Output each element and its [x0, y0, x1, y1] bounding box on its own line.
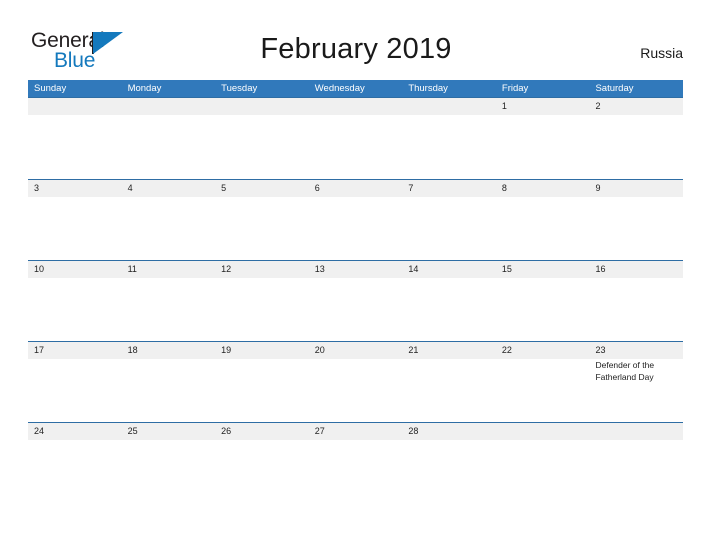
day-cell-3[interactable]: 3 — [28, 180, 122, 260]
day-cell-8[interactable]: 8 — [495, 180, 590, 260]
day-cell-12[interactable]: 12 — [215, 261, 309, 341]
day-cell-23[interactable]: 23 Defender of the Fatherland Day — [589, 342, 684, 422]
day-cell-18[interactable]: 18 — [121, 342, 216, 422]
day-cell-7[interactable]: 7 — [402, 180, 496, 260]
day-cell-10[interactable]: 10 — [28, 261, 122, 341]
week-cells: 3 4 5 6 7 8 9 — [28, 180, 684, 260]
calendar-page: General Blue February 2019 Russia Sunday… — [0, 0, 712, 550]
day-number: 24 — [34, 426, 45, 436]
weekday-thursday: Thursday — [408, 83, 448, 94]
day-number: 6 — [314, 183, 320, 193]
calendar-week-row: 17 18 19 20 21 22 23 Defender of the Fatherland… — [28, 341, 684, 422]
day-number: 1 — [501, 101, 507, 111]
day-number: 28 — [408, 426, 419, 436]
day-number: 8 — [501, 183, 507, 193]
page-title: February 2019 — [260, 33, 452, 65]
day-cell-19[interactable]: 19 — [215, 342, 309, 422]
day-cell-15[interactable]: 15 — [495, 261, 590, 341]
day-number-band — [308, 98, 403, 115]
day-cell-empty[interactable] — [28, 98, 122, 179]
day-cell-empty[interactable] — [495, 423, 590, 503]
calendar-week-row: 24 25 26 27 28 — [28, 422, 684, 503]
day-number: 21 — [408, 345, 419, 355]
weekday-wednesday: Wednesday — [314, 83, 365, 94]
day-cell-26[interactable]: 26 — [215, 423, 309, 503]
day-number: 15 — [501, 264, 512, 274]
holiday-label: Defender of the Fatherland Day — [595, 360, 655, 382]
week-cells: 17 18 19 20 21 22 23 Defender of the Fatherland… — [28, 342, 684, 422]
calendar-week-row: 10 11 12 13 14 15 16 — [28, 260, 684, 341]
day-number: 11 — [127, 264, 137, 274]
weekday-friday: Friday — [501, 83, 529, 94]
day-cell-9[interactable]: 9 — [589, 180, 684, 260]
day-number-band — [28, 98, 122, 115]
day-number: 17 — [34, 345, 45, 355]
day-number: 27 — [314, 426, 325, 436]
day-cell-empty[interactable] — [402, 98, 496, 179]
day-cell-16[interactable]: 16 — [589, 261, 684, 341]
day-cell-11[interactable]: 11 — [121, 261, 216, 341]
calendar-weeks: 1 2 3 4 5 6 7 8 9 10 11 12 13 14 15 16 17 18 19 20 21 22 23 Def… — [28, 97, 684, 503]
day-number: 7 — [408, 183, 414, 193]
day-cell-17[interactable]: 17 — [28, 342, 122, 422]
day-cell-28[interactable]: 28 — [402, 423, 496, 503]
day-number-band — [215, 98, 309, 115]
week-cells: 24 25 26 27 28 — [28, 423, 684, 503]
day-cell-4[interactable]: 4 — [121, 180, 216, 260]
day-number: 4 — [127, 183, 133, 193]
day-cell-14[interactable]: 14 — [402, 261, 496, 341]
day-number: 16 — [595, 264, 606, 274]
weekday-header-row: Sunday Monday Tuesday Wednesday Thursday… — [28, 80, 683, 97]
day-cell-27[interactable]: 27 — [308, 423, 403, 503]
day-cell-empty[interactable] — [215, 98, 309, 179]
day-cell-5[interactable]: 5 — [215, 180, 309, 260]
day-cell-13[interactable]: 13 — [308, 261, 403, 341]
day-cell-empty[interactable] — [121, 98, 216, 179]
day-number: 2 — [595, 101, 601, 111]
day-events: Defender of the Fatherland Day — [589, 359, 683, 383]
country-label: Russia — [640, 45, 683, 61]
day-number: 25 — [127, 426, 138, 436]
weekday-tuesday: Tuesday — [221, 83, 258, 94]
day-number: 13 — [314, 264, 325, 274]
day-number: 26 — [221, 426, 232, 436]
calendar-grid: Sunday Monday Tuesday Wednesday Thursday… — [28, 80, 684, 503]
day-number: 5 — [221, 183, 227, 193]
day-number-band — [121, 98, 216, 115]
weekday-saturday: Saturday — [595, 83, 634, 94]
day-number: 20 — [314, 345, 325, 355]
page-header: General Blue February 2019 Russia — [0, 0, 712, 80]
calendar-week-row: 12 — [28, 97, 684, 179]
day-number-band — [495, 423, 590, 440]
day-number: 14 — [408, 264, 419, 274]
week-cells: 12 — [28, 98, 684, 179]
day-number: 9 — [595, 183, 601, 193]
day-number-band — [589, 423, 684, 440]
day-cell-24[interactable]: 24 — [28, 423, 122, 503]
day-cell-21[interactable]: 21 — [402, 342, 496, 422]
day-number: 3 — [34, 183, 40, 193]
weekday-sunday: Sunday — [34, 83, 67, 94]
day-cell-6[interactable]: 6 — [308, 180, 403, 260]
calendar-week-row: 3 4 5 6 7 8 9 — [28, 179, 684, 260]
day-cell-20[interactable]: 20 — [308, 342, 403, 422]
day-number: 19 — [221, 345, 232, 355]
weekday-monday: Monday — [127, 83, 162, 94]
day-cell-25[interactable]: 25 — [121, 423, 216, 503]
day-cell-empty[interactable] — [308, 98, 403, 179]
day-cell-empty[interactable] — [589, 423, 684, 503]
day-number: 18 — [127, 345, 138, 355]
day-cell-22[interactable]: 22 — [495, 342, 590, 422]
day-number: 10 — [34, 264, 45, 274]
day-cell-2[interactable]: 2 — [589, 98, 684, 179]
day-number: 22 — [501, 345, 512, 355]
day-number-band — [402, 98, 496, 115]
week-cells: 10 11 12 13 14 15 16 — [28, 261, 684, 341]
day-cell-1[interactable]: 1 — [495, 98, 590, 179]
day-number: 23 — [595, 345, 606, 355]
day-number: 12 — [221, 264, 232, 274]
